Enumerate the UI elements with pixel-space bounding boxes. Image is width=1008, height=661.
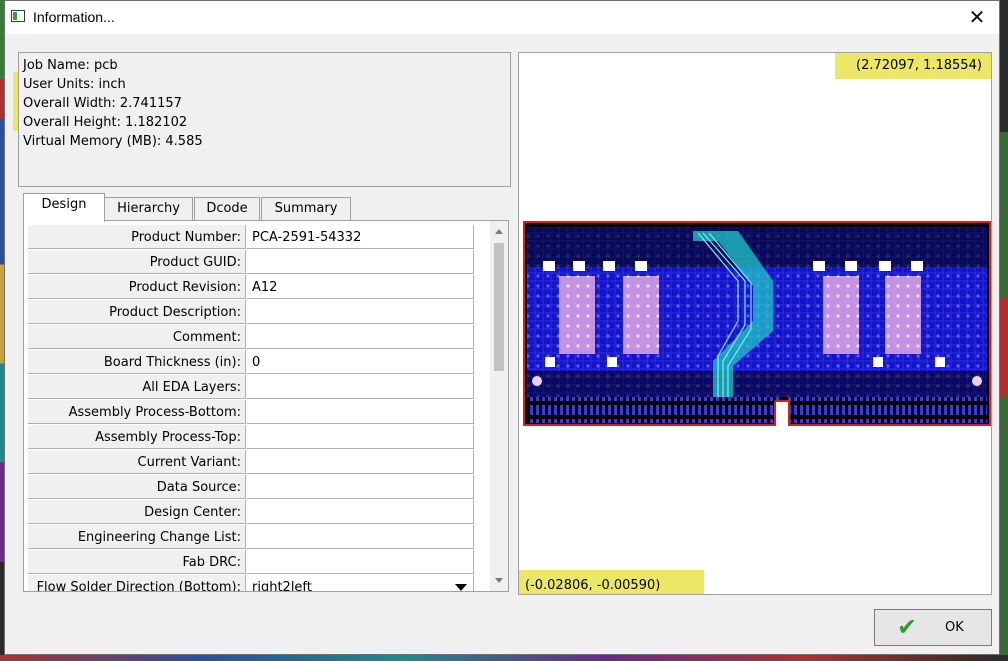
property-value[interactable] <box>247 375 474 399</box>
property-label: Board Thickness (in): <box>28 350 246 374</box>
table-row: Design Center: <box>28 500 474 525</box>
virtual-memory: Virtual Memory (MB): 4.585 <box>23 134 203 149</box>
property-value[interactable]: A12 <box>247 275 474 299</box>
tab-dcode[interactable]: Dcode <box>194 197 260 221</box>
tab-bar: Design Hierarchy Dcode Summary <box>23 193 515 222</box>
scrollbar-thumb[interactable] <box>494 243 504 371</box>
property-label: Fab DRC: <box>28 550 246 574</box>
close-button[interactable]: ✕ <box>955 1 999 34</box>
top-right-coordinate: (2.72097, 1.18554) <box>856 58 982 73</box>
table-row: Product Number: PCA-2591-54332 <box>28 225 474 250</box>
tab-hierarchy[interactable]: Hierarchy <box>104 197 193 221</box>
overall-width: Overall Width: 2.741157 <box>23 96 182 111</box>
property-value[interactable] <box>247 550 474 574</box>
table-row: All EDA Layers: <box>28 375 474 400</box>
table-row: Fab DRC: <box>28 550 474 575</box>
background-app-bottom-edge <box>0 655 1008 661</box>
table-row: Assembly Process-Bottom: <box>28 400 474 425</box>
checkmark-icon: ✔ <box>897 613 918 641</box>
property-value[interactable]: PCA-2591-54332 <box>247 225 474 249</box>
job-info-panel: Job Name: pcb User Units: inch Overall W… <box>18 52 511 187</box>
property-label: Design Center: <box>28 500 246 524</box>
board-preview-panel: (2.72097, 1.18554) (-0.02806, -0.00590) <box>518 52 992 595</box>
property-value[interactable]: 0 <box>247 350 474 374</box>
property-label: Assembly Process-Top: <box>28 425 246 449</box>
table-row: Board Thickness (in): 0 <box>28 350 474 375</box>
property-value[interactable] <box>247 425 474 449</box>
design-properties-table: Product Number: PCA-2591-54332 Product GU… <box>23 220 509 592</box>
dropdown-arrow-icon[interactable] <box>455 584 467 591</box>
property-label: Engineering Change List: <box>28 525 246 549</box>
table-row: Current Variant: <box>28 450 474 475</box>
property-value[interactable] <box>247 500 474 524</box>
table-row: Comment: <box>28 325 474 350</box>
table-row: Data Source: <box>28 475 474 500</box>
table-row: Flow Solder Direction (Bottom): right2lef… <box>28 575 474 592</box>
title-bar: Information... ✕ <box>5 1 999 34</box>
property-value[interactable] <box>247 300 474 324</box>
pcb-board-image <box>523 221 991 426</box>
property-value[interactable] <box>247 475 474 499</box>
app-window-icon <box>11 10 25 22</box>
flow-solder-select[interactable]: right2left <box>247 575 474 592</box>
ok-button[interactable]: ✔ OK <box>874 609 992 646</box>
property-value[interactable] <box>247 450 474 474</box>
property-label: Current Variant: <box>28 450 246 474</box>
property-label: Product Description: <box>28 300 246 324</box>
property-value[interactable] <box>247 525 474 549</box>
user-units: User Units: inch <box>23 77 126 92</box>
table-scrollbar[interactable] <box>490 221 508 591</box>
property-label: Assembly Process-Bottom: <box>28 400 246 424</box>
table-row: Engineering Change List: <box>28 525 474 550</box>
table-row: Product Revision: A12 <box>28 275 474 300</box>
bottom-left-coordinate: (-0.02806, -0.00590) <box>525 578 661 593</box>
table-row: Product GUID: <box>28 250 474 275</box>
overall-height: Overall Height: 1.182102 <box>23 115 188 130</box>
property-value[interactable] <box>247 325 474 349</box>
property-label: Product Number: <box>28 225 246 249</box>
property-label: All EDA Layers: <box>28 375 246 399</box>
tab-design[interactable]: Design <box>23 193 105 222</box>
window-title: Information... <box>33 9 115 25</box>
job-name: Job Name: pcb <box>23 58 118 73</box>
property-label: Comment: <box>28 325 246 349</box>
background-app-right-edge <box>1000 0 1008 661</box>
property-label: Data Source: <box>28 475 246 499</box>
table-row: Product Description: <box>28 300 474 325</box>
flow-solder-value: right2left <box>252 580 312 592</box>
tab-summary[interactable]: Summary <box>261 197 351 221</box>
property-value[interactable] <box>247 400 474 424</box>
scroll-up-arrow-icon[interactable] <box>495 229 503 234</box>
property-label: Flow Solder Direction (Bottom): <box>28 575 246 591</box>
scroll-down-arrow-icon[interactable] <box>495 578 503 583</box>
property-label: Product Revision: <box>28 275 246 299</box>
table-row: Assembly Process-Top: <box>28 425 474 450</box>
information-dialog: Information... ✕ Job Name: pcb User Unit… <box>4 0 1000 655</box>
ok-label: OK <box>945 620 964 635</box>
property-label: Product GUID: <box>28 250 246 274</box>
property-value[interactable] <box>247 250 474 274</box>
